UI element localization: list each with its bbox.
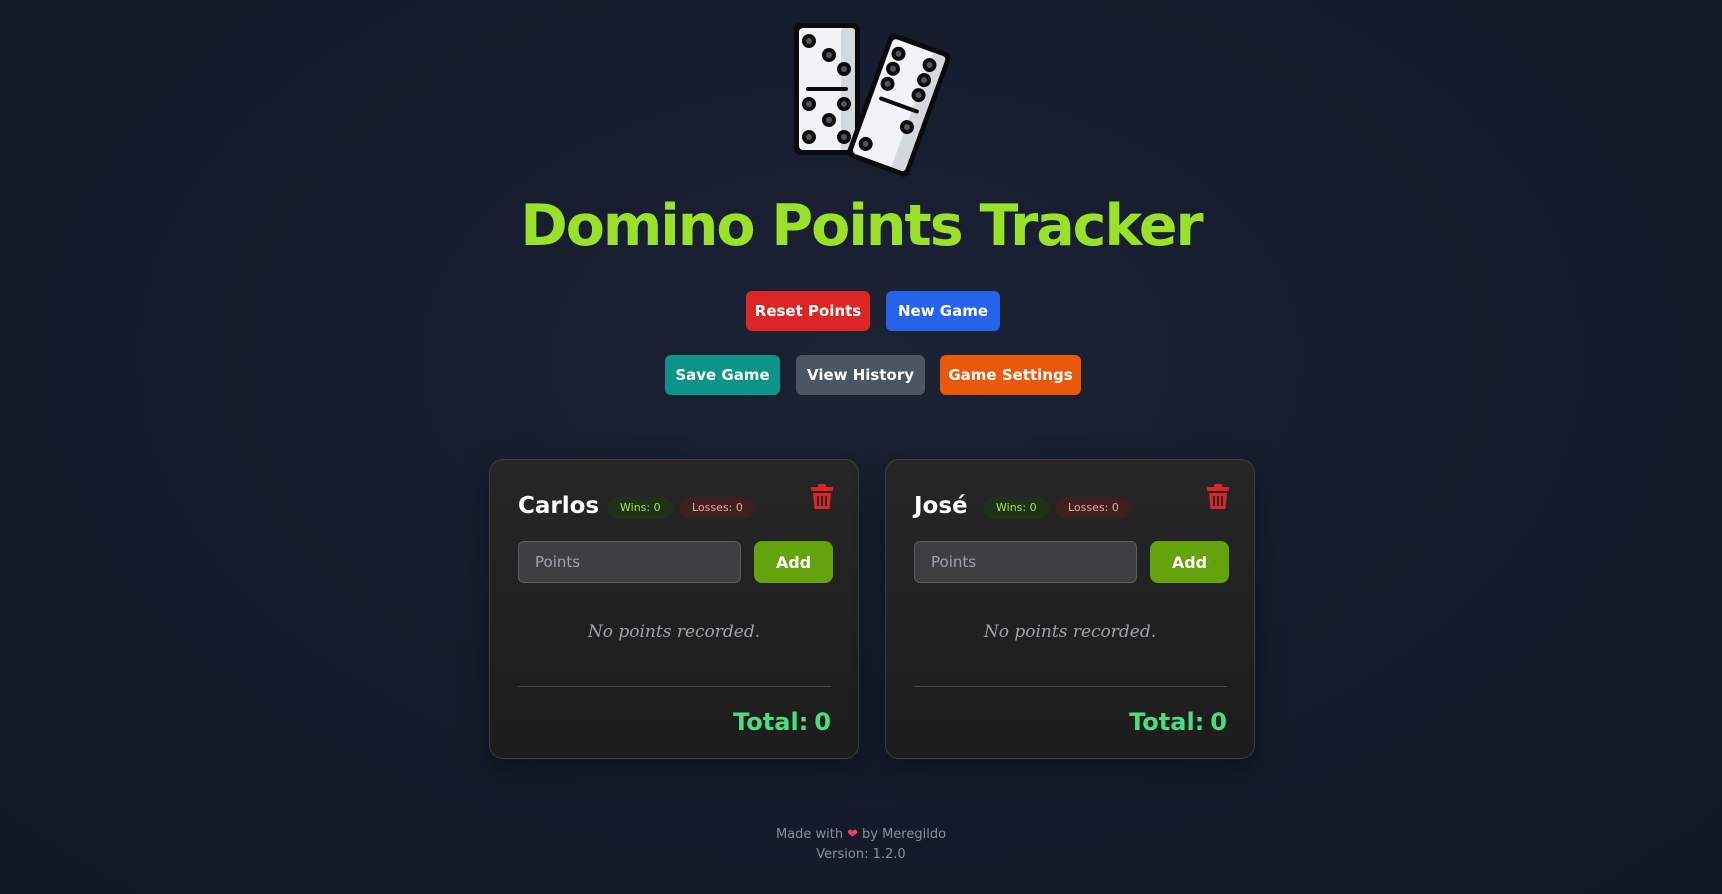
version-text: Version: 1.2.0 [816, 847, 906, 862]
trash-icon[interactable] [1207, 484, 1229, 510]
total-label: Total: [733, 708, 809, 736]
total-label: Total: [1129, 708, 1205, 736]
total-value: 0 [1210, 708, 1227, 736]
total-value: 0 [814, 708, 831, 736]
dominoes-icon [794, 23, 951, 177]
player-name: Carlos [518, 493, 600, 519]
points-input[interactable] [914, 541, 1137, 583]
add-points-button[interactable]: Add [754, 541, 833, 583]
page-title: Domino Points Tracker [520, 193, 1203, 259]
total-points: Total: 0 [733, 707, 831, 737]
new-game-button[interactable]: New Game [886, 291, 1000, 331]
losses-badge: Losses: 0 [680, 497, 755, 519]
points-input[interactable] [518, 541, 741, 583]
add-points-button[interactable]: Add [1150, 541, 1229, 583]
view-history-button[interactable]: View History [796, 355, 925, 395]
total-points: Total: 0 [1129, 707, 1227, 737]
footer-credit: Made with ❤ by Meregildo [0, 825, 1722, 845]
reset-points-button[interactable]: Reset Points [746, 291, 870, 331]
player-name: José [914, 493, 968, 519]
empty-points-message: No points recorded. [983, 622, 1157, 642]
wins-badge: Wins: 0 [608, 497, 673, 519]
wins-badge: Wins: 0 [984, 497, 1049, 519]
player-card: José Wins: 0 Losses: 0 Add No points rec… [885, 459, 1255, 759]
game-settings-button[interactable]: Game Settings [940, 355, 1081, 395]
footer: Made with ❤ by Meregildo Version: 1.2.0 [0, 825, 1722, 865]
empty-points-message: No points recorded. [587, 622, 761, 642]
domino-left [794, 23, 860, 155]
author-text: by Meregildo [862, 827, 947, 842]
domino-right [847, 33, 951, 177]
divider [518, 686, 831, 687]
save-game-button[interactable]: Save Game [665, 355, 780, 395]
player-card: Carlos Wins: 0 Losses: 0 Add No points r… [489, 459, 859, 759]
made-with-text: Made with [775, 827, 844, 842]
heart-icon: ❤ [847, 827, 859, 842]
divider [914, 686, 1227, 687]
trash-icon[interactable] [811, 484, 833, 510]
losses-badge: Losses: 0 [1056, 497, 1131, 519]
